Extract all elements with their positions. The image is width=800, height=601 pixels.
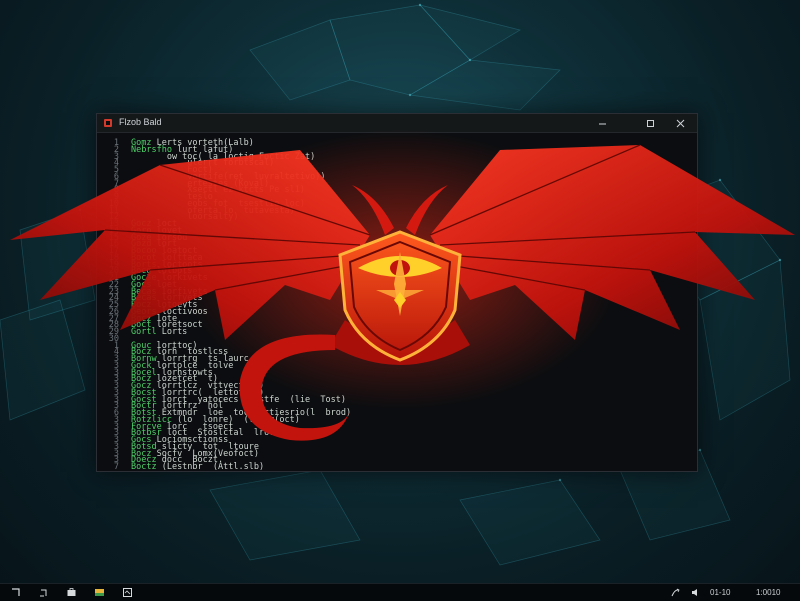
window-title: Flzob Bald xyxy=(119,117,162,127)
taskbar-clock[interactable]: 1:0010 xyxy=(756,586,780,599)
network-tray-button[interactable] xyxy=(668,586,682,599)
code-keyword: Gortl xyxy=(131,327,157,337)
volume-icon xyxy=(691,589,697,596)
code-content: (Lestnbr (Attl.slb) xyxy=(156,462,265,471)
search-button[interactable] xyxy=(36,586,50,599)
code-content: Lorts xyxy=(156,327,188,337)
task-view-icon xyxy=(67,588,75,596)
minimize-icon xyxy=(598,123,606,124)
maximize-icon xyxy=(646,119,654,127)
volume-tray-button[interactable] xyxy=(688,586,702,599)
close-icon xyxy=(676,119,684,127)
code-text: Boctz (Lestnbr (Attl.slb) xyxy=(131,461,264,471)
line-number: 7 xyxy=(113,462,119,471)
file-explorer-button[interactable] xyxy=(92,586,106,599)
tray-status-text[interactable]: 01-10 xyxy=(710,586,730,599)
start-button-icon xyxy=(11,588,20,596)
code-keyword: Boctz xyxy=(131,462,157,471)
start-button[interactable] xyxy=(8,586,22,599)
task-view-button[interactable] xyxy=(64,586,78,599)
code-editor-window: Flzob Bald 1 Gomz Lerts vorteth(Lalb) 2 Neb… xyxy=(96,113,698,472)
taskbar: 01-10 1:0010 xyxy=(0,583,800,601)
network-icon xyxy=(671,588,680,597)
close-button[interactable] xyxy=(667,114,693,132)
file-explorer-icon xyxy=(94,589,104,596)
window-titlebar[interactable]: Flzob Bald xyxy=(97,114,697,133)
app-icon xyxy=(104,119,112,127)
pinned-app-button[interactable] xyxy=(120,586,134,599)
pinned-app-icon xyxy=(122,588,132,597)
code-text: Gortl Lorts xyxy=(131,326,187,339)
search-icon xyxy=(39,589,46,597)
minimize-button[interactable] xyxy=(589,114,615,132)
maximize-button[interactable] xyxy=(637,114,663,132)
code-editor-area[interactable]: 1 Gomz Lerts vorteth(Lalb) 2 Nebrsfho lurt … xyxy=(97,133,697,471)
